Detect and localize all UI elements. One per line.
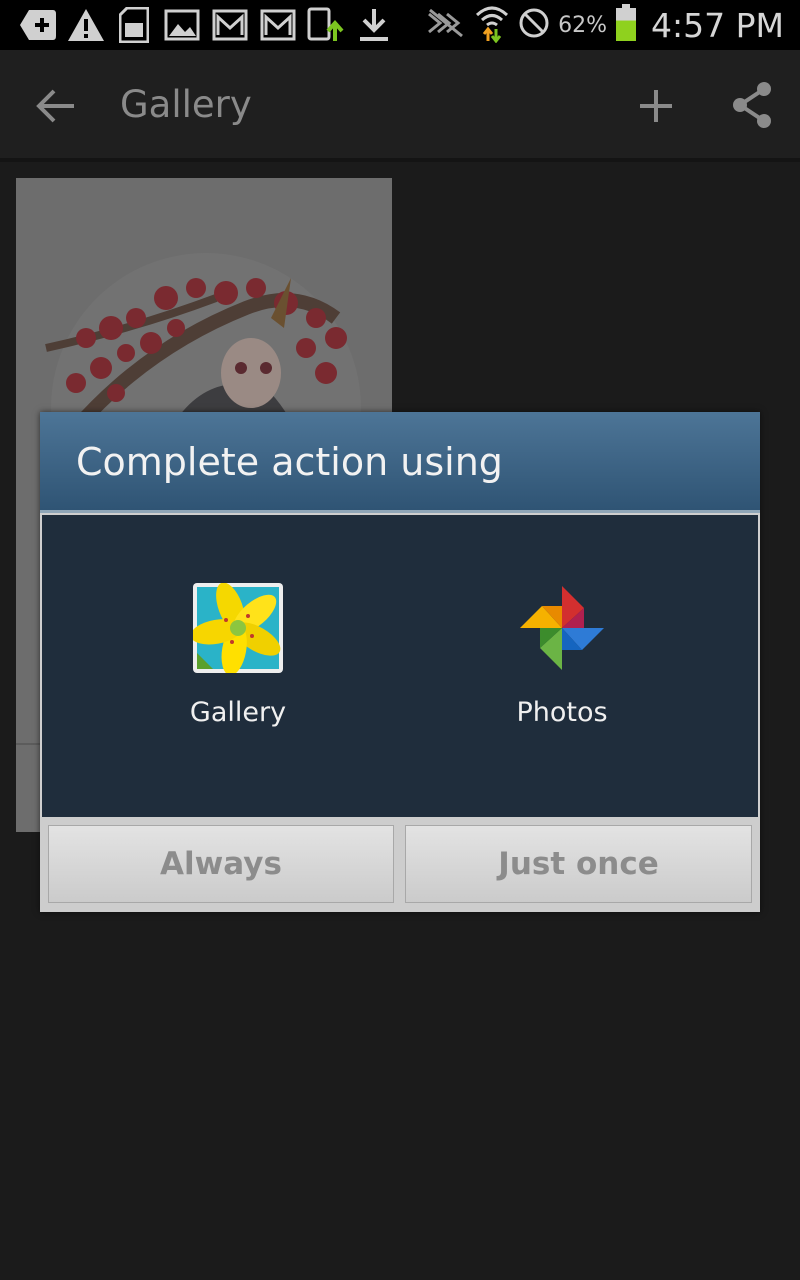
add-notification-icon	[18, 6, 58, 44]
app-label-gallery: Gallery	[189, 697, 287, 728]
app-chooser: Gallery Photos	[42, 515, 758, 817]
app-label-photos: Photos	[516, 697, 608, 728]
just-once-button[interactable]: Just once	[405, 825, 752, 903]
action-bar: Gallery	[0, 50, 800, 162]
blocked-icon	[518, 7, 550, 43]
always-button[interactable]: Always	[48, 825, 394, 903]
battery-percent: 62%	[558, 12, 608, 38]
system-icons: 62% 4:57 PM	[426, 0, 784, 50]
back-arrow-icon[interactable]	[34, 84, 78, 128]
wifi-icon	[474, 3, 510, 47]
sd-card-icon	[114, 6, 154, 44]
photos-pinwheel-icon	[517, 583, 607, 673]
app-option-photos[interactable]: Photos	[462, 583, 662, 728]
dialog-title: Complete action using	[76, 440, 503, 484]
gmail-icon	[258, 6, 298, 44]
dialog-buttons: Always Just once	[40, 817, 760, 912]
notification-icons	[18, 6, 394, 44]
nfc-icon	[426, 8, 466, 42]
complete-action-dialog: Complete action using Gallery Photos Alw…	[40, 412, 760, 912]
image-icon	[162, 6, 202, 44]
download-icon	[354, 6, 394, 44]
app-option-gallery[interactable]: Gallery	[138, 582, 338, 728]
page-title: Gallery	[120, 83, 252, 126]
status-bar: 62% 4:57 PM	[0, 0, 800, 50]
gallery-app-icon	[190, 582, 283, 676]
sync-icon	[306, 6, 346, 44]
add-icon[interactable]	[636, 84, 676, 128]
share-icon[interactable]	[730, 80, 774, 130]
warning-icon	[66, 6, 106, 44]
gmail-icon	[210, 6, 250, 44]
battery-icon	[615, 4, 637, 46]
clock: 4:57 PM	[651, 5, 784, 45]
dialog-header: Complete action using	[40, 412, 760, 513]
